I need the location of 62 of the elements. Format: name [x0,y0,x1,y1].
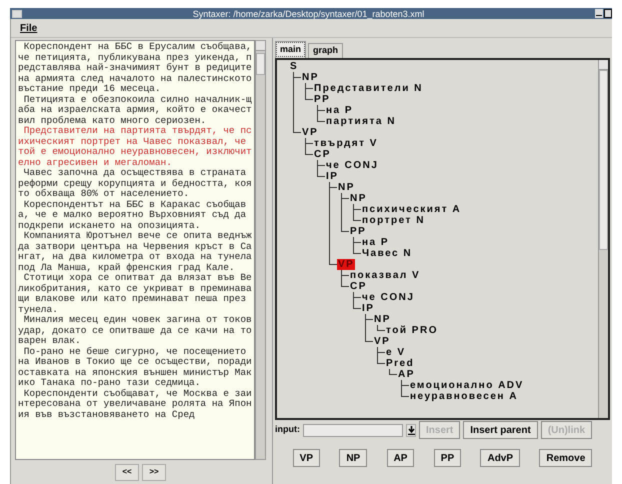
paragraph: Стотици хора се опитват да влязат във Великобритания, като се укриват в преминаващи влакове или като преминават пеша през тунела. [18,273,252,315]
tree-node-label[interactable]: NP [373,314,392,325]
tree-node-label[interactable]: CP [349,281,368,292]
window-menu-icon[interactable] [12,10,22,18]
phrase-button[interactable]: PP [434,449,462,467]
paragraph: Чавес започна да осъществява в страната реформи срещу корупцията и бедността, която обхваща 80% от населението. [18,168,252,200]
paragraph: Представители на партията твърдят, че психическият портрет на Чавес показвал, че той е емоционално неуравновесен, изключително агресивен и мегаломан. [18,126,252,168]
tree-node-label[interactable]: NP [349,193,368,204]
tree-node-label[interactable]: портрет N [361,215,426,226]
tree-node-label[interactable]: Представители N [313,83,424,94]
tree-node-label[interactable]: че CONJ [325,160,380,171]
maximize-icon[interactable] [604,9,612,18]
tree-node-label[interactable]: твърдят V [313,138,379,149]
paragraph: По-рано не беше сигурно, че посещението на Иванов в Токио ще се осъществи, поради оставката на японския външен министър Макико Танака по-рано тази седмица. [18,346,252,388]
phrase-button[interactable]: Remove [539,449,592,467]
tree-node-label[interactable]: на P [361,237,390,248]
tree-node-label[interactable]: PP [349,226,368,237]
tree-node-label[interactable]: PP [313,94,332,105]
nav-button[interactable]: << [115,464,139,480]
input-field[interactable] [303,424,403,436]
phrase-button[interactable]: NP [339,449,368,467]
tab[interactable]: graph [308,43,344,58]
tree-node-label[interactable]: Чавес N [361,248,414,259]
tree-node-label[interactable]: показвал V [349,270,422,281]
nav-button[interactable]: >> [142,464,166,480]
tree-node-label[interactable]: VP [301,127,320,138]
phrase-button[interactable]: AdvP [480,449,520,467]
tree-node-label[interactable]: неуравновесен A [409,391,519,402]
menu-item[interactable]: File [20,20,38,36]
phrase-button[interactable]: AP [386,449,414,467]
tree-node-label[interactable]: психическият A [361,204,462,215]
scrollbar[interactable] [255,40,266,460]
tree-node-label[interactable]: IP [361,303,376,314]
tree-node-label[interactable]: VP [373,336,392,347]
paragraph: Кореспондентът на ББС в Каракас съобщава, че е малко вероятно Върховният съд да подкрепи искането на опозицията. [18,200,248,231]
tree-node-label[interactable]: е V [385,347,407,358]
tree-node-label[interactable]: NP [337,182,356,193]
tree-node-label[interactable]: той PRO [385,325,439,336]
paragraph: Петицията е обезпокоила силно началник-щаба на израелската армия, който е окачествил проблема като много сериозен. [18,94,252,126]
paragraph: Кореспондент на ББС в Ерусалим съобщава, че петицията, публикувана през уикенда, представлява най-значимият бунт в редиците на армията след началото на палестинското въстание преди 16 месеца. [18,42,252,94]
input-label: input: [275,423,300,436]
tree-node-label[interactable]: IP [325,171,340,182]
action-button[interactable]: Insert parent [463,421,538,439]
tree-node-label[interactable]: Pred [385,358,416,369]
text-area[interactable] [15,40,255,460]
phrase-button[interactable]: VP [292,449,320,467]
tree-node-label[interactable]: S [289,61,300,72]
paragraph: Кореспонденти съобщават, че Москва е заинтересована от увеличаване ролята на Япония във възстановяването на Сред [18,388,252,420]
tree-node-label[interactable]: CP [313,149,332,160]
minimize-icon[interactable] [595,9,603,18]
tree-node-label[interactable]: NP [301,72,320,83]
tab[interactable]: main [275,41,306,58]
download-icon[interactable] [406,424,416,436]
tree-node-label[interactable]: че CONJ [361,292,416,303]
window-title: Syntaxer: /home/zarka/Desktop/syntaxer/01_raboten3.xml [192,8,426,18]
tree-node-label[interactable]: партията N [325,116,397,127]
paragraph: Миналия месец един човек загина от токов удар, докато се опитваше да се качи на товарен влак. [18,315,252,346]
tree-node-label[interactable]: AP [397,369,416,380]
tree-node-label[interactable]: на P [325,105,354,116]
tree-node-label[interactable]: емоционално ADV [409,380,525,391]
paragraph: Компанията Юротънел вече се опита веднъж да затвори центъра на Червения кръст в Сангат, на два километра от входа на тунела под Ла Манша, край френския град Кале. [18,231,252,273]
scrollbar[interactable] [598,60,608,418]
